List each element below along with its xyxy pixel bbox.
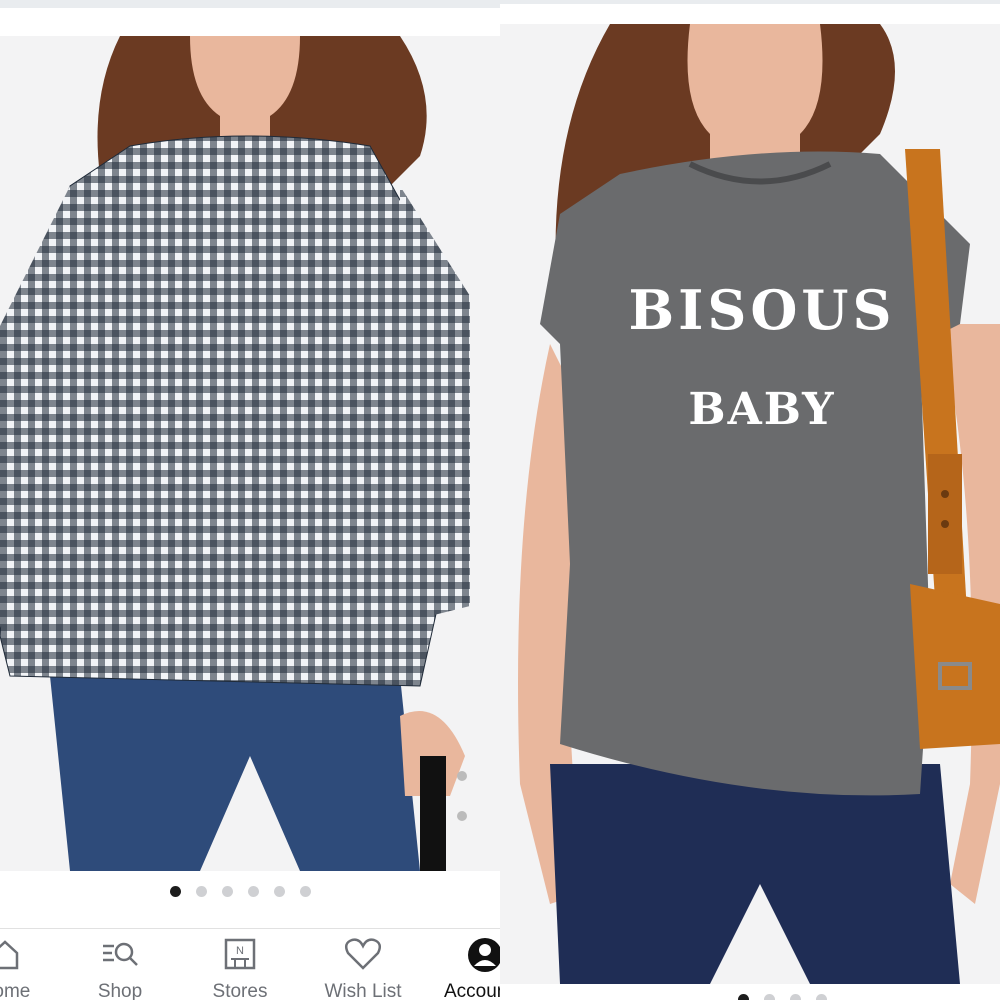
carousel-dot[interactable] <box>248 886 259 897</box>
bisous-baby-tee-photo: BISOUS BABY <box>518 24 1000 984</box>
carousel-dot[interactable] <box>196 886 207 897</box>
tab-label: Stores <box>212 981 268 1000</box>
shop-search-icon <box>100 937 140 976</box>
carousel-dot[interactable] <box>816 994 827 1000</box>
carousel-dot[interactable] <box>300 886 311 897</box>
heart-icon <box>344 937 382 976</box>
right-screen: BISOUS BABY <box>500 0 1000 1000</box>
carousel-dot[interactable] <box>222 886 233 897</box>
tee-print-line1: BISOUS <box>628 278 895 342</box>
bottom-tab-bar: Home Shop N <box>0 928 500 1000</box>
carousel-dot[interactable] <box>738 994 749 1000</box>
product-image-gingham-top[interactable] <box>0 36 500 871</box>
carousel-indicator[interactable] <box>738 994 827 1000</box>
top-bar <box>0 0 500 36</box>
tab-home[interactable]: Home <box>0 929 50 1000</box>
account-icon <box>467 937 500 978</box>
tab-label: Home <box>0 981 31 1000</box>
carousel-dot[interactable] <box>274 886 285 897</box>
store-icon: N <box>223 937 257 976</box>
tab-account[interactable]: Account <box>440 929 500 1000</box>
tab-stores[interactable]: N Stores <box>195 929 285 1000</box>
carousel-indicator[interactable] <box>170 886 311 897</box>
gingham-top-photo <box>0 36 470 871</box>
carousel-dot[interactable] <box>764 994 775 1000</box>
carousel-dot[interactable] <box>170 886 181 897</box>
tab-shop[interactable]: Shop <box>75 929 165 1000</box>
left-screen: Home Shop N <box>0 0 500 1000</box>
tab-wish-list[interactable]: Wish List <box>313 929 413 1000</box>
home-icon <box>0 937 21 976</box>
tab-label: Account <box>444 981 500 1000</box>
product-image-bisous-baby-tee[interactable]: BISOUS BABY <box>500 24 1000 984</box>
tee-print-line2: BABY <box>688 384 835 435</box>
top-bar <box>500 0 1000 24</box>
carousel-dot[interactable] <box>790 994 801 1000</box>
svg-text:N: N <box>236 945 244 957</box>
tab-label: Wish List <box>324 981 402 1000</box>
tab-label: Shop <box>97 981 143 1000</box>
